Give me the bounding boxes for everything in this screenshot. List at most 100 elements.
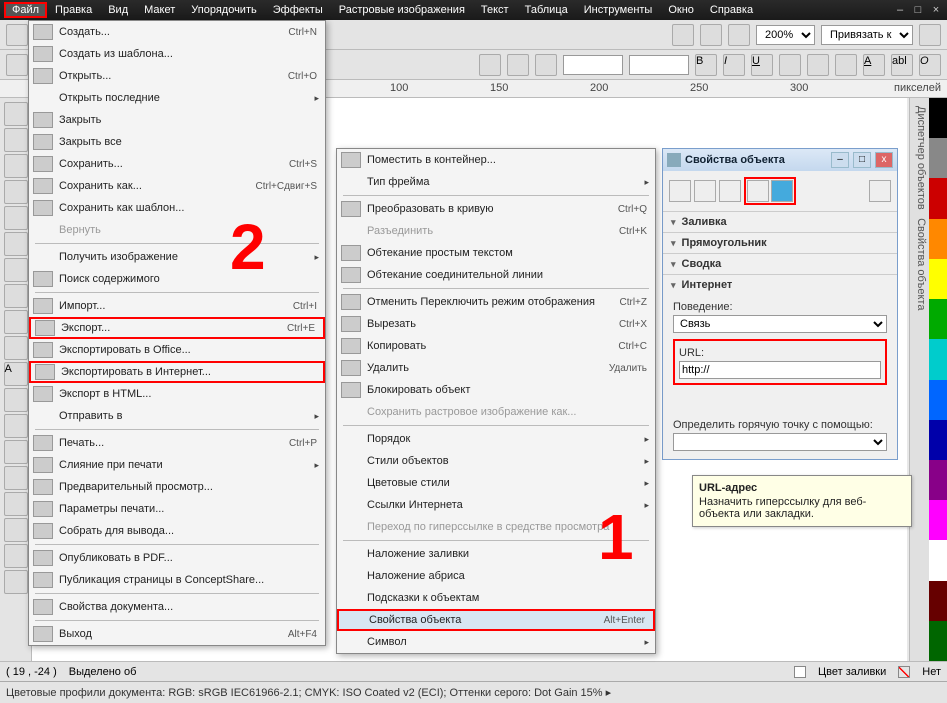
import-icon[interactable] (672, 24, 694, 46)
docker-maximize-icon[interactable]: □ (853, 152, 871, 168)
connector-tool-icon[interactable] (4, 440, 28, 464)
section-fill[interactable]: Заливка (663, 211, 897, 232)
rectangle-tool-icon[interactable] (4, 258, 28, 282)
palette-color[interactable] (929, 500, 947, 540)
file-menu-item[interactable]: Опубликовать в PDF... (29, 547, 325, 569)
fill-tab-icon[interactable] (694, 180, 716, 202)
file-menu-item[interactable]: Свойства документа... (29, 596, 325, 618)
menu-edit[interactable]: Правка (47, 2, 100, 18)
rect-tab-icon[interactable] (719, 180, 741, 202)
italic-icon[interactable]: I (723, 54, 745, 76)
menu-file[interactable]: Файл (4, 2, 47, 18)
dimension-tool-icon[interactable] (4, 414, 28, 438)
grid-icon[interactable] (6, 54, 28, 76)
palette-color[interactable] (929, 540, 947, 580)
context-menu-item[interactable]: КопироватьCtrl+C (337, 335, 655, 357)
context-menu-item[interactable]: Обтекание соединительной линии (337, 264, 655, 286)
align-right-icon[interactable] (835, 54, 857, 76)
outline-tool-icon[interactable] (4, 518, 28, 542)
minimize-icon[interactable]: – (893, 3, 907, 17)
context-menu-item[interactable]: Отменить Переключить режим отображенияCt… (337, 291, 655, 313)
file-menu-item[interactable]: Слияние при печати (29, 454, 325, 476)
scroll-mode-icon[interactable] (869, 180, 891, 202)
file-menu-item[interactable]: Экспорт...Ctrl+E (29, 317, 325, 339)
file-menu-item[interactable]: Создать...Ctrl+N (29, 21, 325, 43)
options-icon[interactable] (919, 24, 941, 46)
menu-window[interactable]: Окно (660, 2, 702, 18)
palette-color[interactable] (929, 219, 947, 259)
section-internet[interactable]: Интернет (663, 274, 897, 295)
file-menu-item[interactable]: ВыходAlt+F4 (29, 623, 325, 645)
docker-tabs[interactable]: Диспетчер объектов Свойства объекта (909, 98, 929, 661)
docker-close-icon[interactable]: x (875, 152, 893, 168)
context-menu-item[interactable]: Порядок (337, 428, 655, 450)
behavior-select[interactable]: Связь (673, 315, 887, 333)
file-menu-item[interactable]: Получить изображение (29, 246, 325, 268)
ungroup-icon[interactable] (535, 54, 557, 76)
basic-shapes-icon[interactable] (4, 336, 28, 360)
file-menu-item[interactable]: Экспортировать в Office... (29, 339, 325, 361)
internet-tab-icon[interactable] (771, 180, 793, 202)
group-icon[interactable] (507, 54, 529, 76)
menu-effects[interactable]: Эффекты (265, 2, 331, 18)
section-summary[interactable]: Сводка (663, 253, 897, 274)
eyedropper-tool-icon[interactable] (4, 492, 28, 516)
interactive-tool-icon[interactable] (4, 466, 28, 490)
palette-color[interactable] (929, 259, 947, 299)
file-menu-item[interactable]: Экспортировать в Интернет... (29, 361, 325, 383)
file-menu-item[interactable]: Создать из шаблона... (29, 43, 325, 65)
file-menu-item[interactable]: Импорт...Ctrl+I (29, 295, 325, 317)
bold-icon[interactable]: B (695, 54, 717, 76)
outline-o-icon[interactable]: O (919, 54, 941, 76)
hotspot-select[interactable] (673, 433, 887, 451)
align-left-icon[interactable] (779, 54, 801, 76)
smart-fill-icon[interactable] (4, 232, 28, 256)
summary-tab-icon[interactable] (747, 180, 769, 202)
context-menu-item[interactable]: Поместить в контейнер... (337, 149, 655, 171)
menu-arrange[interactable]: Упорядочить (183, 2, 264, 18)
table-tool-icon[interactable] (4, 388, 28, 412)
context-menu-item[interactable]: Стили объектов (337, 450, 655, 472)
context-menu-item[interactable]: Блокировать объект (337, 379, 655, 401)
url-input[interactable] (679, 361, 881, 379)
context-menu-item[interactable]: Тип фрейма (337, 171, 655, 193)
file-menu-item[interactable]: Экспорт в HTML... (29, 383, 325, 405)
menu-help[interactable]: Справка (702, 2, 761, 18)
interactive-fill-icon[interactable] (4, 570, 28, 594)
file-menu-item[interactable]: Собрать для вывода... (29, 520, 325, 542)
context-menu-item[interactable]: Цветовые стили (337, 472, 655, 494)
ellipse-tool-icon[interactable] (4, 284, 28, 308)
height-input[interactable] (629, 55, 689, 75)
file-menu-item[interactable]: Печать...Ctrl+P (29, 432, 325, 454)
file-menu-item[interactable]: Параметры печати... (29, 498, 325, 520)
file-menu-item[interactable]: Предварительный просмотр... (29, 476, 325, 498)
file-menu-item[interactable]: Открыть...Ctrl+O (29, 65, 325, 87)
palette-color[interactable] (929, 621, 947, 661)
polygon-tool-icon[interactable] (4, 310, 28, 334)
maximize-icon[interactable]: □ (911, 3, 925, 17)
pdf-icon[interactable] (728, 24, 750, 46)
align-center-icon[interactable] (807, 54, 829, 76)
outline-tab-icon[interactable] (669, 180, 691, 202)
palette-color[interactable] (929, 460, 947, 500)
palette-color[interactable] (929, 581, 947, 621)
context-menu-item[interactable]: Преобразовать в кривуюCtrl+Q (337, 198, 655, 220)
text-style-icon[interactable]: A (863, 54, 885, 76)
palette-color[interactable] (929, 138, 947, 178)
palette-color[interactable] (929, 339, 947, 379)
docker-titlebar[interactable]: Свойства объекта – □ x (663, 149, 897, 171)
shape-tool-icon[interactable] (4, 128, 28, 152)
context-menu-item[interactable]: Подсказки к объектам (337, 587, 655, 609)
context-menu-item[interactable]: ВырезатьCtrl+X (337, 313, 655, 335)
section-rectangle[interactable]: Прямоугольник (663, 232, 897, 253)
file-menu-item[interactable]: Открыть последние (29, 87, 325, 109)
outline-swatch-icon[interactable] (898, 666, 910, 678)
palette-color[interactable] (929, 380, 947, 420)
file-menu-item[interactable]: Публикация страницы в ConceptShare... (29, 569, 325, 591)
freehand-tool-icon[interactable] (4, 206, 28, 230)
palette-color[interactable] (929, 420, 947, 460)
file-menu-item[interactable]: Закрыть все (29, 131, 325, 153)
file-menu-item[interactable]: Сохранить...Ctrl+S (29, 153, 325, 175)
zoom-tool-icon[interactable] (4, 180, 28, 204)
palette-color[interactable] (929, 98, 947, 138)
